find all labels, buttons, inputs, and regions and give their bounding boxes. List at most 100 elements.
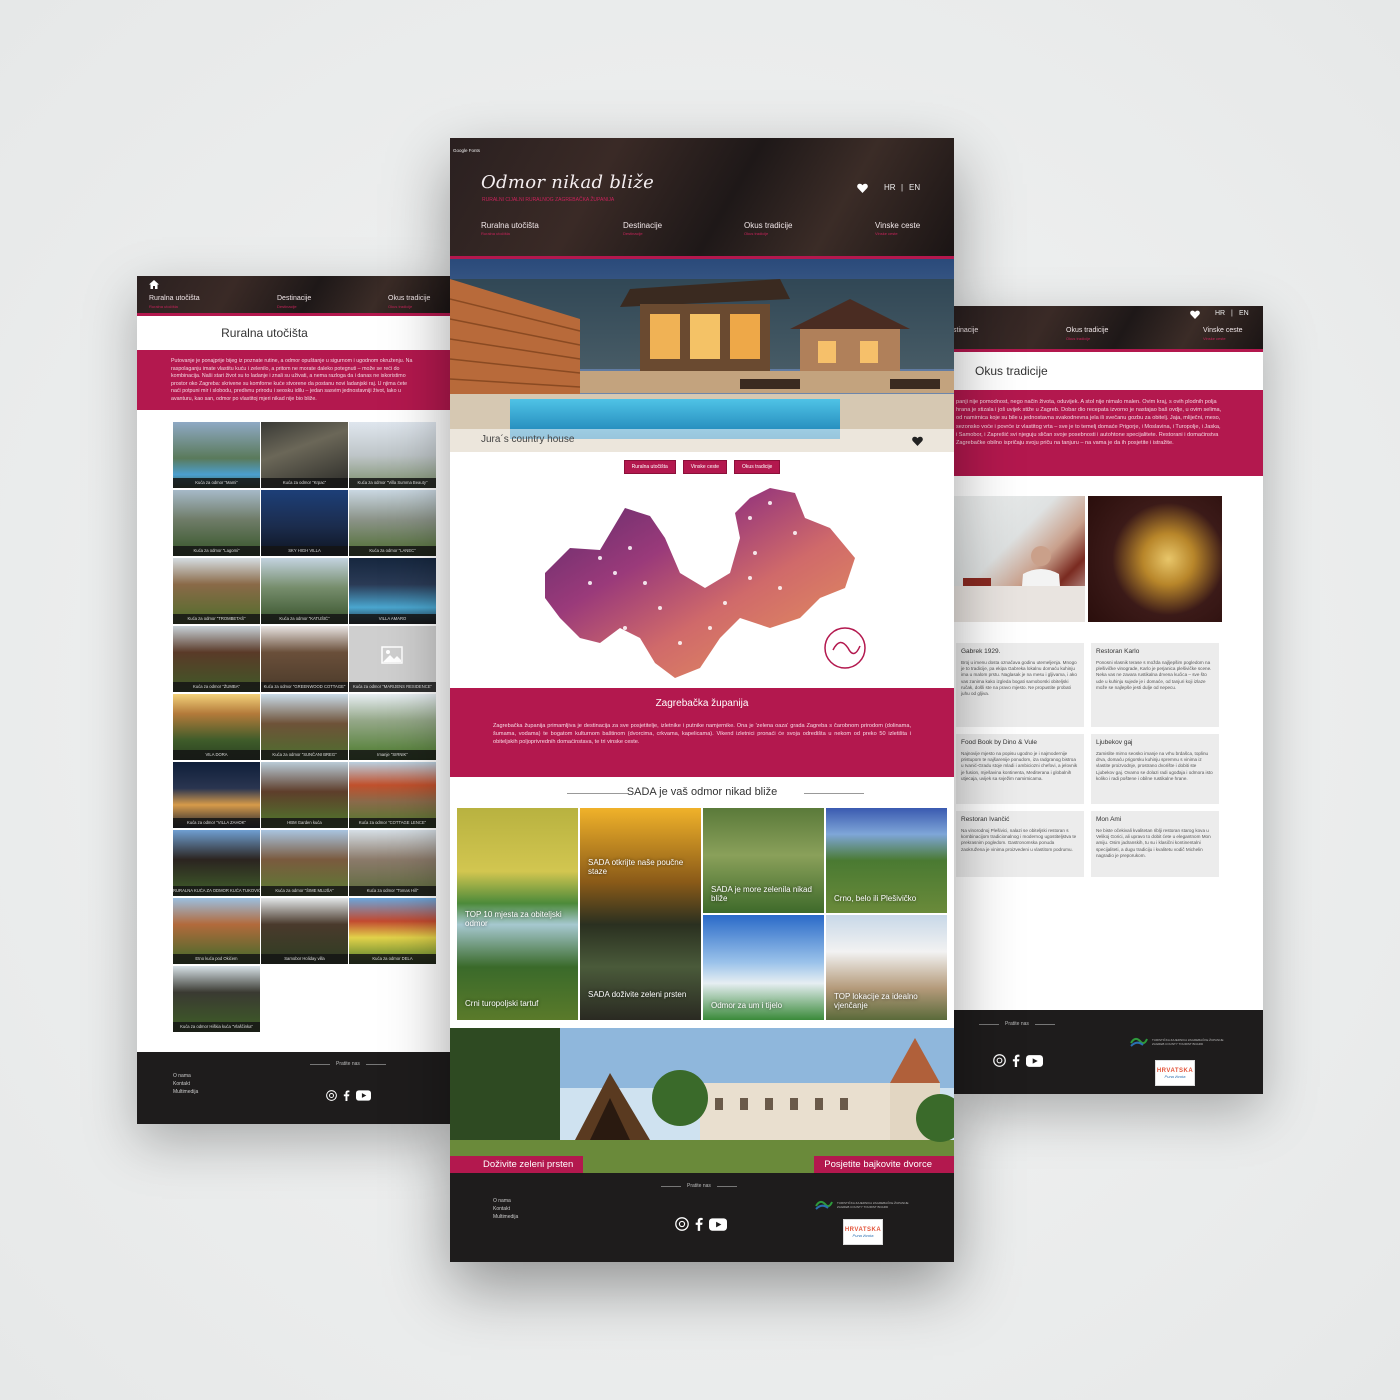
facebook-icon[interactable]	[343, 1090, 350, 1101]
county-map-graphic	[545, 488, 866, 678]
house-card[interactable]: HBM Garden kuća	[261, 762, 348, 828]
house-card[interactable]: Kuća za odmor "LANEC"	[349, 490, 436, 556]
nav-destinacije[interactable]: stinacije	[953, 327, 978, 334]
lang-en[interactable]: EN	[909, 183, 920, 192]
pill-ruralna[interactable]: Ruralna utočišta	[623, 460, 676, 474]
feature-tile[interactable]: Odmor za um i tijelo	[703, 915, 824, 1020]
hero-image[interactable]: Jura´s country house	[450, 259, 954, 452]
feature-tile[interactable]: SADA je more zelenila nikad bliže	[703, 808, 824, 913]
nav-vinske[interactable]: Vinske ceste	[1203, 327, 1243, 334]
youtube-icon[interactable]	[709, 1217, 727, 1231]
facebook-icon[interactable]	[695, 1217, 703, 1231]
hrvatska-logo-b: Puna života	[1164, 1073, 1186, 1079]
nav-ruralna[interactable]: Ruralna utočišta	[481, 221, 539, 230]
footer-link-contact[interactable]: Kontakt	[493, 1205, 518, 1213]
footer-link-contact[interactable]: Kontakt	[173, 1080, 198, 1088]
restaurant-desc: Broj u imenu dosta označava godinu uteme…	[961, 660, 1077, 697]
region-title: Zagrebačka županija	[655, 698, 749, 709]
hero-caption[interactable]: Jura´s country house	[481, 434, 574, 445]
footer-link-about[interactable]: O nama	[493, 1197, 518, 1205]
restaurant-card[interactable]: Restoran Ivančić Na vinorodnoj Plešivici…	[956, 811, 1084, 877]
house-card[interactable]: Kuća za odmor "SUNČANI BREG"	[261, 694, 348, 760]
house-card[interactable]: Kuća za odmor "Tomas Hill"	[349, 830, 436, 896]
tz-logo: TURISTIČKA ZAJEDNICA ZAGREBAČKE ŽUPANIJE…	[1129, 1035, 1232, 1049]
page-title: Ruralna utočišta	[221, 326, 308, 340]
house-card[interactable]: Kuća za odmor "KATUŠIĆ"	[261, 558, 348, 624]
restaurant-card[interactable]: Food Book by Dino & Vule Najnovije mjest…	[956, 734, 1084, 804]
house-card[interactable]: Kuća za odmor "MARIJENS RESIDENCE"	[349, 626, 436, 692]
footer-links: O nama Kontakt Multimedija	[493, 1197, 518, 1221]
footer-link-media[interactable]: Multimedija	[173, 1088, 198, 1096]
nav-okus[interactable]: Okus tradicije	[388, 295, 430, 302]
house-caption: Kuća za odmor "Tomas Hill"	[349, 886, 436, 896]
feature-tile[interactable]: TOP lokacije za idealno vjenčanje	[826, 915, 947, 1020]
youtube-icon[interactable]	[1026, 1054, 1043, 1067]
pill-vinske[interactable]: Vinske ceste	[682, 460, 728, 474]
house-caption: Kuća za odmor "TROMBETAŠ"	[173, 614, 260, 624]
restaurant-card[interactable]: Ljubekov gaj Zamislite mirno seosko iman…	[1091, 734, 1219, 804]
house-card[interactable]: Kuća za odmor "Villa Summa Beauty"	[349, 422, 436, 488]
banner-left-tag[interactable]: Doživite zeleni prsten	[450, 1156, 584, 1173]
house-card[interactable]: Kuća za odmor "GREENWOOD COTTAGE"	[261, 626, 348, 692]
house-caption: Kuća za odmor "SUNČANI BREG"	[261, 750, 348, 760]
heart-icon[interactable]	[912, 436, 923, 446]
house-card[interactable]: Imanje "SIRNIK"	[349, 694, 436, 760]
banner-right-tag[interactable]: Posjetite bajkovite dvorce	[814, 1156, 954, 1173]
lang-en[interactable]: EN	[1239, 310, 1249, 317]
house-caption: Kuća za odmor "KATUŠIĆ"	[261, 614, 348, 624]
pill-okus[interactable]: Okus tradicije	[734, 460, 781, 474]
house-card[interactable]: SKY HIGH VILLA	[261, 490, 348, 556]
lang-hr[interactable]: HR	[1215, 310, 1225, 317]
feature-tile[interactable]: SADA otkrijte naše poučne staze SADA dož…	[580, 808, 701, 1020]
lang-sep: |	[1231, 310, 1233, 317]
home-icon[interactable]	[149, 280, 159, 289]
heart-icon[interactable]	[1190, 310, 1200, 319]
house-card[interactable]: Samobor Holiday villa	[261, 898, 348, 964]
house-card[interactable]: Kuća za odmor "Mami"	[173, 422, 260, 488]
intro-band: Putovanje je ponajprije bijeg iz poznate…	[137, 350, 452, 410]
house-caption: VILA DORA	[173, 750, 260, 760]
house-card[interactable]: Kuća za odmor DELA	[349, 898, 436, 964]
house-card[interactable]: Etno kuća pod Okićem	[173, 898, 260, 964]
instagram-icon[interactable]	[993, 1054, 1006, 1067]
lang-hr[interactable]: HR	[884, 183, 896, 192]
house-card[interactable]: Kuća za odmor "Krpac"	[261, 422, 348, 488]
hero-caption-bar: Jura´s country house	[450, 429, 954, 452]
house-card[interactable]: Kuća za odmor "ŠIME MLIJŠA"	[261, 830, 348, 896]
instagram-icon[interactable]	[326, 1090, 337, 1101]
header-stripe	[137, 313, 452, 316]
house-card[interactable]: Kuća za odmor "VILLA ZAHOK"	[173, 762, 260, 828]
house-card[interactable]: Kuća za odmor "ŽUMBA"	[173, 626, 260, 692]
restaurant-name: Mon Ami	[1096, 816, 1122, 823]
house-card[interactable]: Kuća za odmor "COTTAGE LENCE"	[349, 762, 436, 828]
house-card[interactable]: VILLA AMARO	[349, 558, 436, 624]
feature-tile[interactable]: Crno, belo ili Plešivičko	[826, 808, 947, 913]
nav-vinske[interactable]: Vinske ceste	[875, 221, 920, 230]
house-card[interactable]: RURALNA KUĆA ZA ODMOR KUĆA TUKOVIĆ	[173, 830, 260, 896]
footer-link-media[interactable]: Multimedija	[493, 1213, 518, 1221]
nav-destinacije[interactable]: Destinacije	[623, 221, 662, 230]
facebook-icon[interactable]	[1012, 1054, 1020, 1067]
nav-okus[interactable]: Okus tradicije	[744, 221, 792, 230]
brand-logo[interactable]: Odmor nikad bliže	[481, 172, 654, 193]
youtube-icon[interactable]	[356, 1090, 371, 1101]
house-caption: Kuća za odmor DELA	[349, 954, 436, 964]
restaurant-card[interactable]: Gabrek 1929. Broj u imenu dosta označava…	[956, 643, 1084, 727]
house-card[interactable]: Kuća za odmor "TROMBETAŠ"	[173, 558, 260, 624]
feature-tile[interactable]: TOP 10 mjesta za obiteljski odmor Crni t…	[457, 808, 578, 1020]
restaurant-card[interactable]: Mon Ami Ne biste očekivali kvalitetan ri…	[1091, 811, 1219, 877]
heart-icon[interactable]	[857, 183, 868, 193]
house-card[interactable]: Kuća za odmor "Lagomi"	[173, 490, 260, 556]
county-map[interactable]	[450, 478, 954, 688]
bottom-banner[interactable]: Doživite zeleni prsten Posjetite bajkovi…	[450, 1028, 954, 1173]
restaurant-card[interactable]: Restoran Karlo Ponosni vlasnik terase s …	[1091, 643, 1219, 727]
nav-okus[interactable]: Okus tradicije	[1066, 327, 1108, 334]
house-card[interactable]: Kuća za odmor Hiškia kuća "Vlaščinka"	[173, 966, 260, 1032]
house-caption: Kuća za odmor "MARIJENS RESIDENCE"	[349, 682, 436, 692]
nav-ruralna[interactable]: Ruralna utočišta	[149, 295, 200, 302]
footer-link-about[interactable]: O nama	[173, 1072, 198, 1080]
house-card[interactable]: VILA DORA	[173, 694, 260, 760]
nav-destinacije[interactable]: Destinacije	[277, 295, 311, 302]
instagram-icon[interactable]	[675, 1217, 689, 1231]
nav-okus-sub: Okus tradicije	[1066, 336, 1091, 341]
